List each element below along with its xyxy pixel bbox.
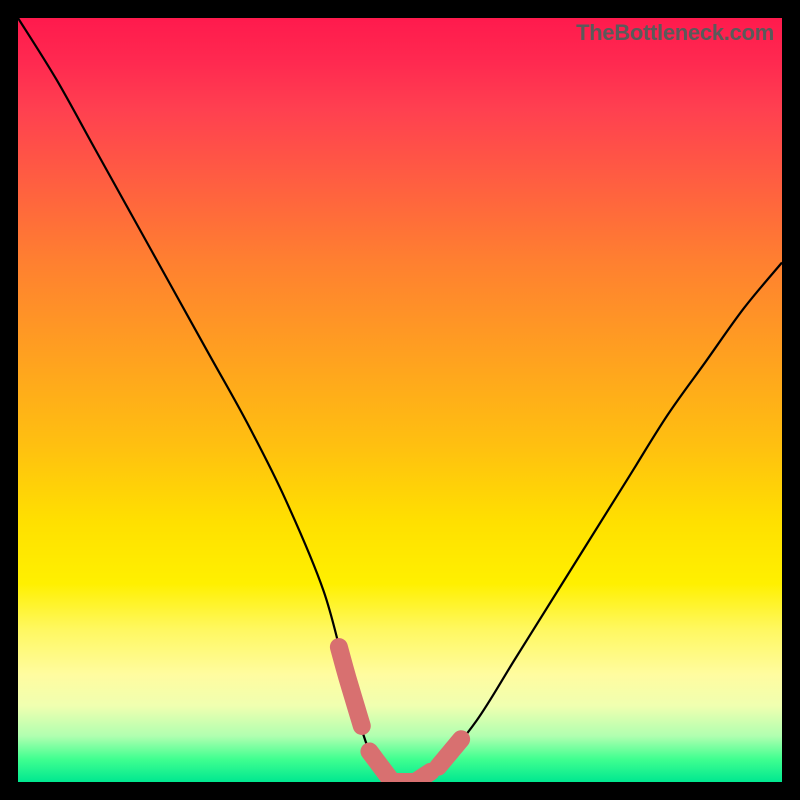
curve-layer xyxy=(18,18,782,782)
optimal-marker xyxy=(369,751,430,782)
chart-frame: TheBottleneck.com xyxy=(0,0,800,800)
optimal-marker xyxy=(438,739,461,767)
bottleneck-curve xyxy=(18,18,782,782)
plot-area: TheBottleneck.com xyxy=(18,18,782,782)
optimal-marker xyxy=(339,647,362,726)
